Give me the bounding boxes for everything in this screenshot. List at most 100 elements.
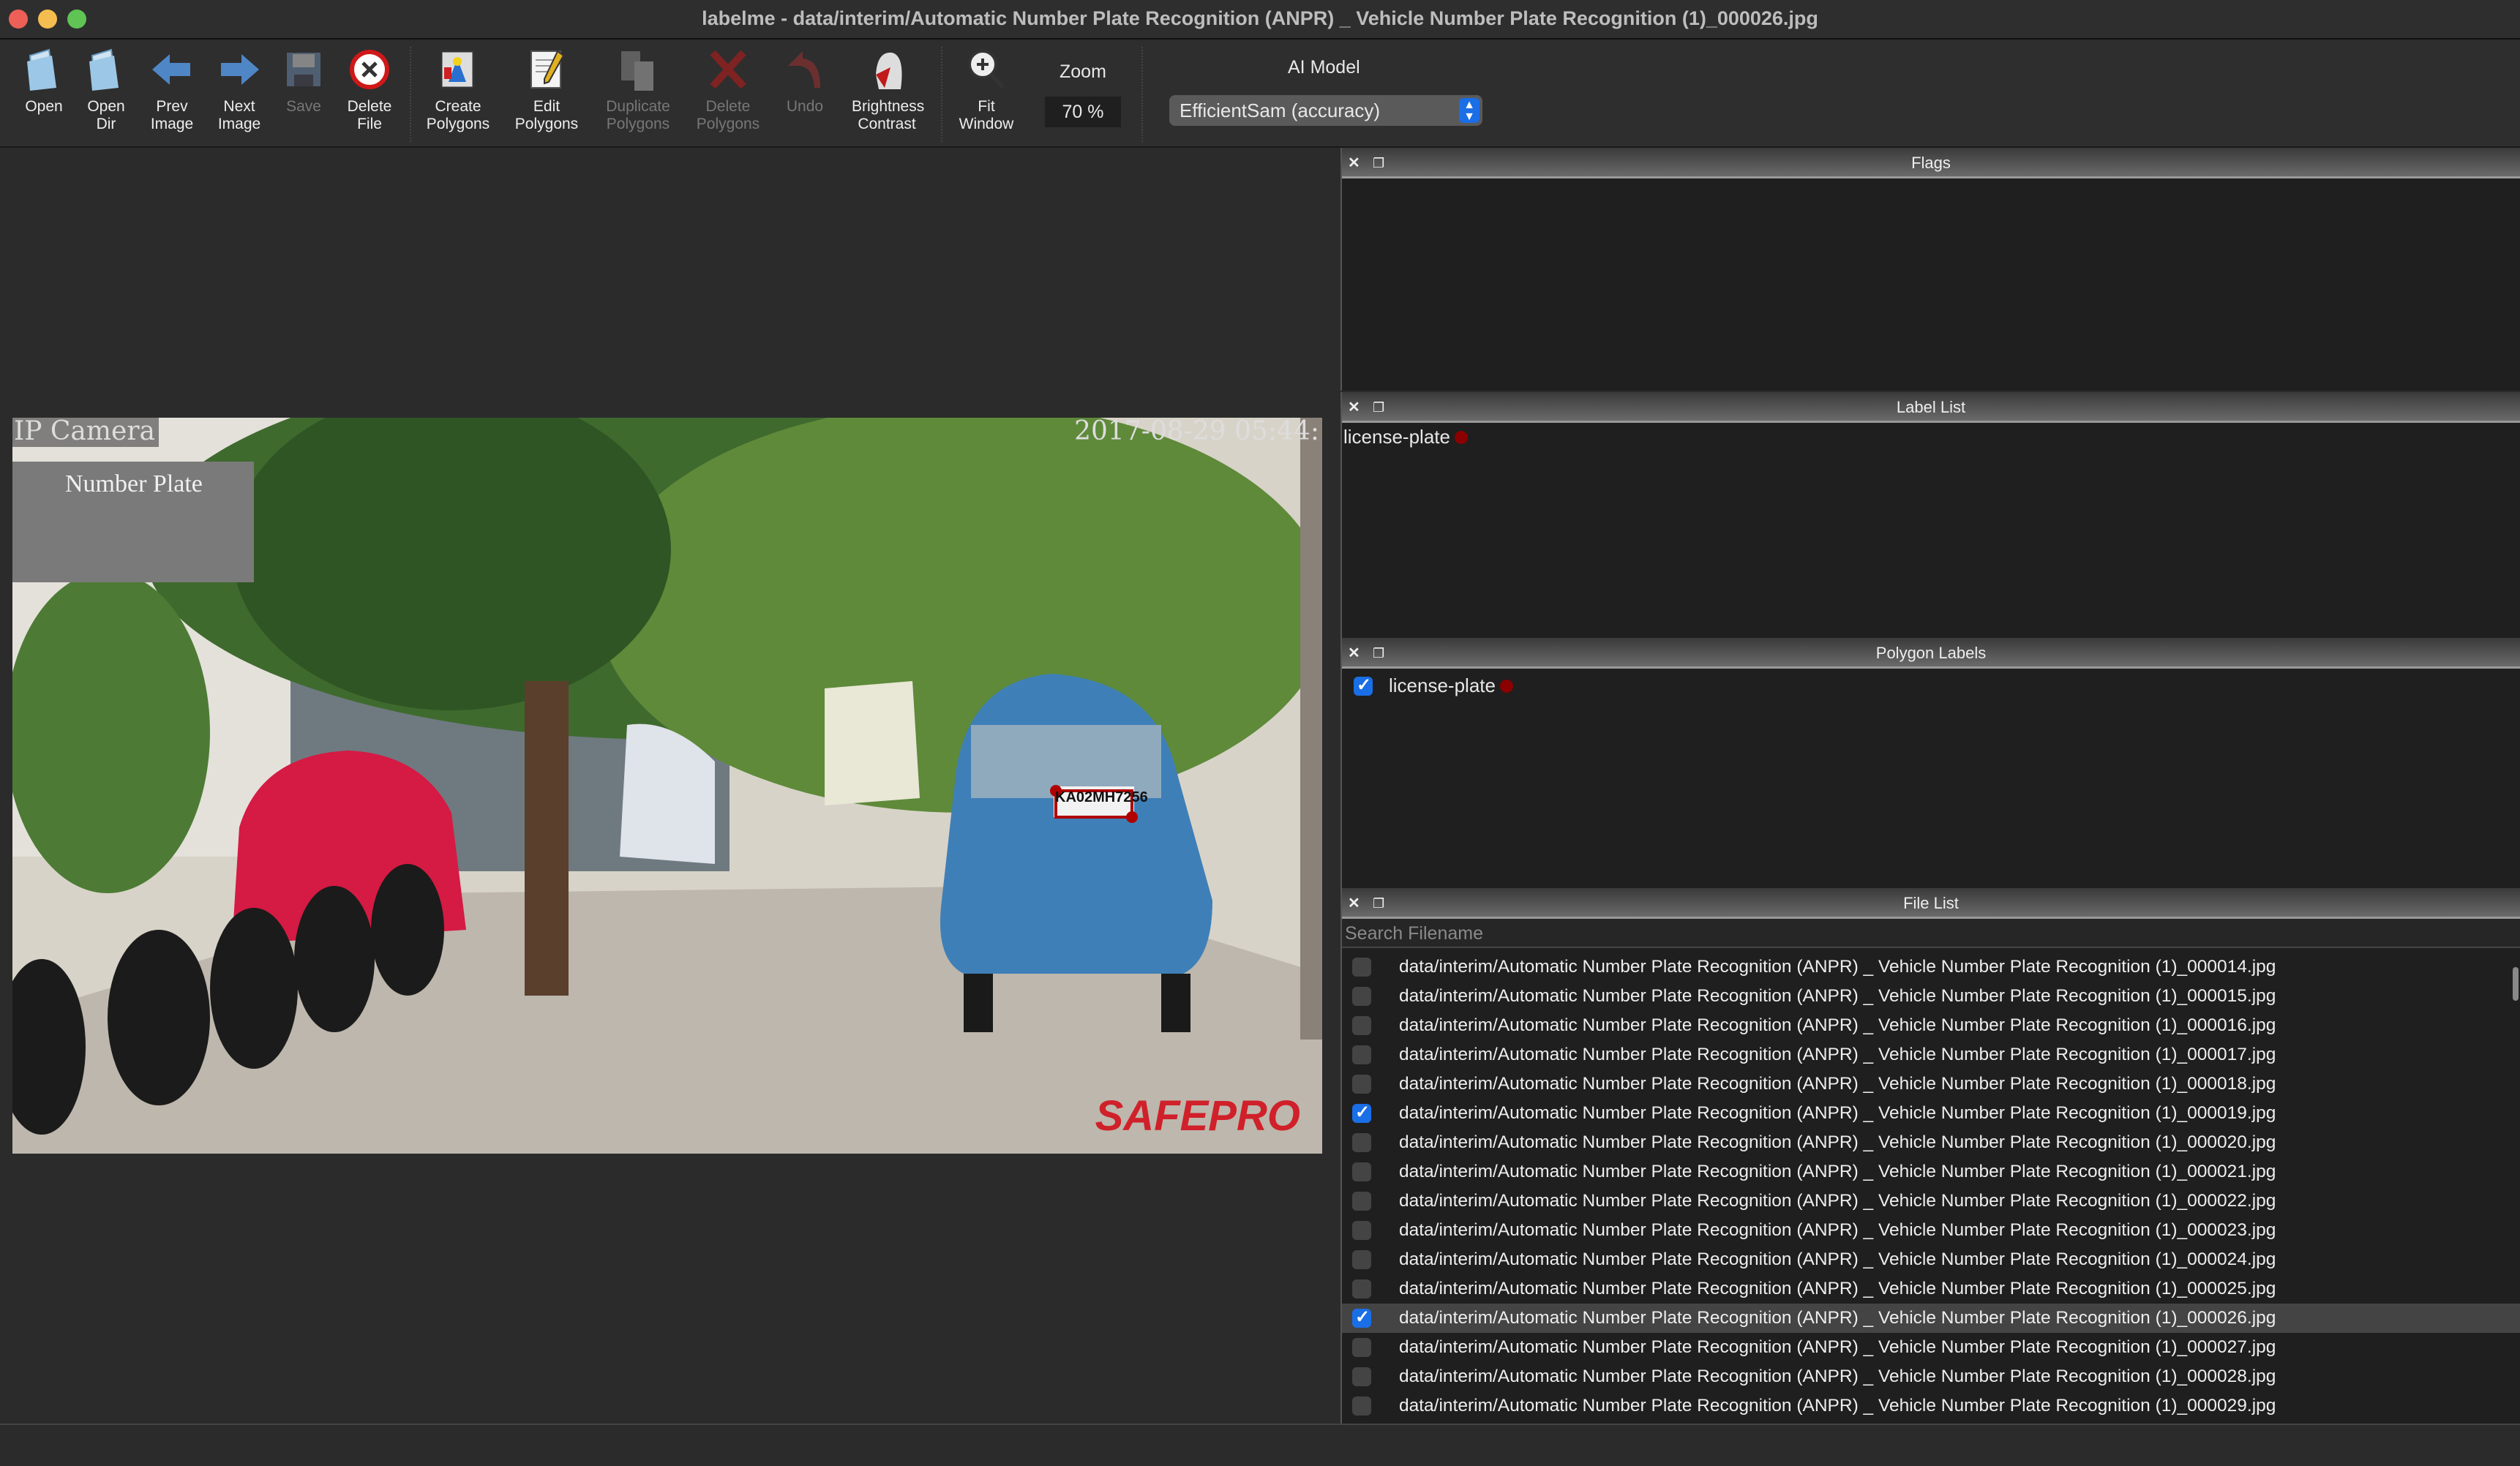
- file-list-item[interactable]: data/interim/Automatic Number Plate Reco…: [1342, 1216, 2520, 1245]
- float-icon[interactable]: ❐: [1373, 392, 1384, 423]
- file-checkbox[interactable]: [1352, 1016, 1371, 1035]
- file-checkbox[interactable]: [1352, 1307, 1371, 1328]
- close-icon[interactable]: ✕: [1348, 392, 1360, 423]
- delete-file-button[interactable]: Delete File: [334, 45, 405, 133]
- file-list-item[interactable]: data/interim/Automatic Number Plate Reco…: [1342, 1128, 2520, 1157]
- create-polygons-button[interactable]: Create Polygons: [423, 45, 493, 133]
- file-checkbox[interactable]: [1352, 958, 1371, 977]
- file-name: data/interim/Automatic Number Plate Reco…: [1399, 986, 2276, 1006]
- polygon-label-item[interactable]: license-plate: [1342, 669, 2520, 697]
- button-label: Open Dir: [87, 98, 125, 132]
- file-checkbox[interactable]: [1352, 1338, 1371, 1357]
- delete-file-icon: [350, 50, 389, 89]
- file-name: data/interim/Automatic Number Plate Reco…: [1399, 1015, 2276, 1035]
- file-checkbox[interactable]: [1352, 1192, 1371, 1211]
- file-list-item[interactable]: data/interim/Automatic Number Plate Reco…: [1342, 1333, 2520, 1362]
- file-name: data/interim/Automatic Number Plate Reco…: [1399, 1103, 2276, 1123]
- button-label: Open: [25, 98, 63, 115]
- float-icon[interactable]: ❐: [1373, 638, 1384, 669]
- label-list-dock-header: ✕ ❐ Label List: [1342, 392, 2520, 423]
- delete-polygons-button[interactable]: Delete Polygons: [693, 45, 763, 133]
- file-list-item[interactable]: data/interim/Automatic Number Plate Reco…: [1342, 1040, 2520, 1070]
- label-list-item[interactable]: license-plate: [1342, 423, 2520, 451]
- file-name: data/interim/Automatic Number Plate Reco…: [1399, 1279, 2276, 1298]
- file-list-item[interactable]: data/interim/Automatic Number Plate Reco…: [1342, 1362, 2520, 1391]
- brightness-contrast-button[interactable]: Brightness Contrast: [852, 45, 925, 133]
- undo-icon: [788, 51, 820, 88]
- chevron-updown-icon: ▲ ▼: [1459, 98, 1480, 123]
- file-list-item[interactable]: data/interim/Automatic Number Plate Reco…: [1342, 952, 2520, 982]
- file-checkbox[interactable]: [1352, 1162, 1371, 1181]
- search-filename-input[interactable]: Search Filename: [1342, 919, 2520, 948]
- file-name: data/interim/Automatic Number Plate Reco…: [1399, 1132, 2276, 1152]
- open-button[interactable]: Open: [9, 45, 79, 116]
- duplicate-polygons-button[interactable]: Duplicate Polygons: [603, 45, 673, 133]
- title-bar: labelme - data/interim/Automatic Number …: [0, 0, 2520, 40]
- file-name: data/interim/Automatic Number Plate Reco…: [1399, 1191, 2276, 1211]
- file-list-item[interactable]: data/interim/Automatic Number Plate Reco…: [1342, 1011, 2520, 1040]
- fit-window-button[interactable]: Fit Window: [951, 45, 1021, 133]
- file-checkbox[interactable]: [1352, 1279, 1371, 1298]
- window-title: labelme - data/interim/Automatic Number …: [702, 7, 1818, 29]
- polygon-labels-dock: ✕ ❐ Polygon Labels license-plate: [1340, 638, 2520, 888]
- fit-window-icon: [968, 50, 1005, 89]
- button-label: Fit Window: [959, 98, 1014, 132]
- open-dir-button[interactable]: Open Dir: [71, 45, 141, 133]
- file-name: data/interim/Automatic Number Plate Reco…: [1399, 957, 2276, 977]
- polygon-visibility-checkbox[interactable]: [1354, 674, 1373, 696]
- file-list-dock-header: ✕ ❐ File List: [1342, 888, 2520, 919]
- file-list-scrollbar[interactable]: [2513, 967, 2519, 1001]
- file-list-item[interactable]: data/interim/Automatic Number Plate Reco…: [1342, 1245, 2520, 1274]
- button-label: Create Polygons: [426, 98, 490, 132]
- button-label: Brightness Contrast: [852, 98, 925, 132]
- polygon-vertex[interactable]: [1126, 811, 1138, 823]
- open-folder-icon: [27, 48, 56, 91]
- file-name: data/interim/Automatic Number Plate Reco…: [1399, 1396, 2276, 1416]
- file-list-item[interactable]: data/interim/Automatic Number Plate Reco…: [1342, 1274, 2520, 1304]
- camera-overlay-text: IP Camera: [14, 418, 156, 446]
- file-checkbox[interactable]: [1352, 1102, 1371, 1123]
- file-checkbox[interactable]: [1352, 1075, 1371, 1094]
- ai-model-select[interactable]: EfficientSam (accuracy) ▲ ▼: [1169, 95, 1482, 126]
- float-icon[interactable]: ❐: [1373, 888, 1384, 919]
- close-icon[interactable]: ✕: [1348, 638, 1360, 669]
- arrow-right-icon: [221, 54, 259, 85]
- file-checkbox[interactable]: [1352, 1367, 1371, 1386]
- file-checkbox[interactable]: [1352, 1133, 1371, 1152]
- dock-title: Polygon Labels: [1875, 644, 1987, 662]
- edit-polygons-button[interactable]: Edit Polygons: [511, 45, 582, 133]
- image-canvas[interactable]: IP Camera 2017-08-29 05:44: Number Plate…: [0, 149, 1339, 1424]
- button-label: Save: [286, 98, 321, 115]
- close-icon[interactable]: ✕: [1348, 148, 1360, 178]
- file-list-item[interactable]: data/interim/Automatic Number Plate Reco…: [1342, 1304, 2520, 1333]
- save-button[interactable]: Save: [269, 45, 339, 116]
- file-checkbox[interactable]: [1352, 1397, 1371, 1416]
- file-list-item[interactable]: data/interim/Automatic Number Plate Reco…: [1342, 982, 2520, 1011]
- prev-image-button[interactable]: Prev Image: [137, 45, 207, 133]
- close-icon[interactable]: ✕: [1348, 888, 1360, 919]
- file-list-item[interactable]: data/interim/Automatic Number Plate Reco…: [1342, 1070, 2520, 1099]
- button-label: Delete File: [347, 98, 392, 132]
- file-list-item[interactable]: data/interim/Automatic Number Plate Reco…: [1342, 1391, 2520, 1421]
- annotated-image: IP Camera 2017-08-29 05:44: Number Plate…: [12, 418, 1322, 1154]
- toolbar-separator: [941, 47, 942, 142]
- file-list-item[interactable]: data/interim/Automatic Number Plate Reco…: [1342, 1099, 2520, 1128]
- timestamp-overlay-text: 2017-08-29 05:44:: [1074, 418, 1319, 446]
- file-list-item[interactable]: data/interim/Automatic Number Plate Reco…: [1342, 1187, 2520, 1216]
- dock-title: File List: [1903, 894, 1959, 912]
- file-checkbox[interactable]: [1352, 1045, 1371, 1064]
- file-checkbox[interactable]: [1352, 1221, 1371, 1240]
- file-checkbox[interactable]: [1352, 1250, 1371, 1269]
- label-color-dot: [1499, 679, 1513, 693]
- file-checkbox[interactable]: [1352, 987, 1371, 1006]
- arrow-left-icon: [152, 54, 190, 85]
- float-icon[interactable]: ❐: [1373, 148, 1384, 178]
- zoom-input[interactable]: 70 %: [1045, 97, 1121, 127]
- plate-text: KA02MH7256: [1055, 789, 1148, 805]
- undo-button[interactable]: Undo: [770, 45, 840, 116]
- next-image-button[interactable]: Next Image: [204, 45, 274, 133]
- file-list-item[interactable]: data/interim/Automatic Number Plate Reco…: [1342, 1157, 2520, 1187]
- file-name: data/interim/Automatic Number Plate Reco…: [1399, 1249, 2276, 1269]
- dock-title: Label List: [1896, 398, 1966, 416]
- create-polygon-icon: [440, 50, 475, 89]
